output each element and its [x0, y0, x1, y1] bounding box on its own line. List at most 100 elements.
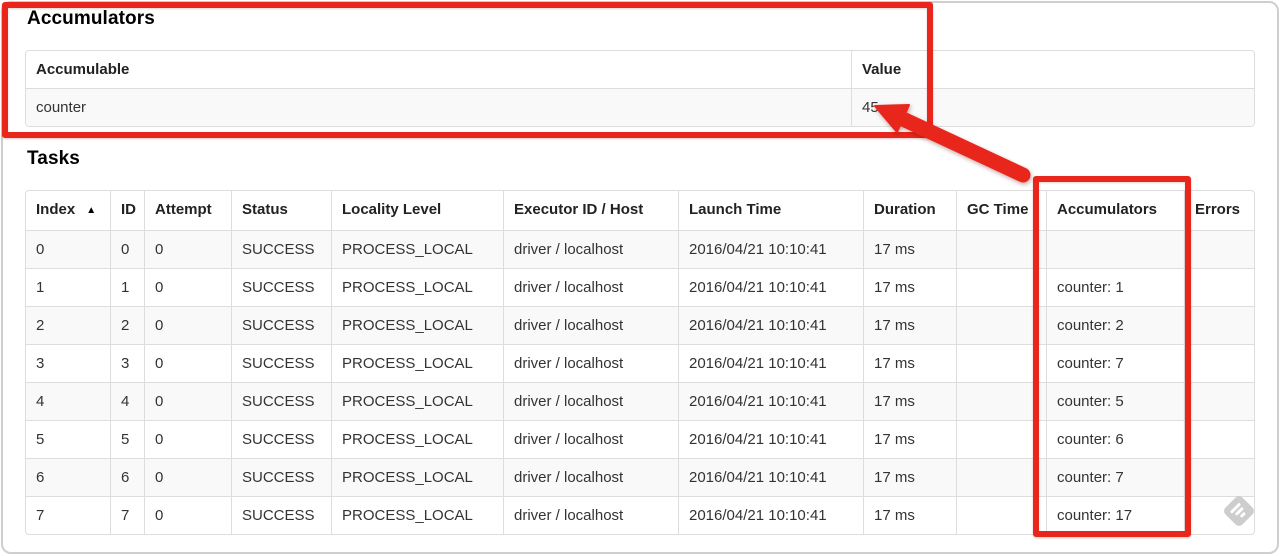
task-row: 5 5 0 SUCCESS PROCESS_LOCAL driver / localhos… — [26, 420, 1254, 458]
task-cell-attempt: 0 — [144, 496, 231, 534]
task-cell-attempt: 0 — [144, 458, 231, 496]
column-header-accumulable[interactable]: Accumulable — [26, 51, 851, 88]
accumulable-name-cell: counter — [26, 88, 851, 126]
task-cell-duration: 17 ms — [863, 306, 956, 344]
column-header-accumulators[interactable]: Accumulators — [1046, 191, 1184, 230]
task-cell-executor-id-host: driver / localhost — [503, 458, 678, 496]
task-cell-index: 5 — [26, 420, 110, 458]
task-cell-index: 2 — [26, 306, 110, 344]
task-cell-attempt: 0 — [144, 230, 231, 268]
task-cell-errors — [1184, 268, 1254, 306]
task-cell-duration: 17 ms — [863, 458, 956, 496]
task-cell-index: 6 — [26, 458, 110, 496]
accumulators-table-header-row: Accumulable Value — [26, 51, 1254, 88]
tasks-table: Index ▲ ID Attempt Status Locality Level … — [25, 190, 1255, 535]
tasks-table-body: 0 0 0 SUCCESS PROCESS_LOCAL driver / localhos… — [26, 230, 1254, 534]
task-cell-index: 0 — [26, 230, 110, 268]
task-cell-accumulators: counter: 17 — [1046, 496, 1184, 534]
task-row: 3 3 0 SUCCESS PROCESS_LOCAL driver / localhos… — [26, 344, 1254, 382]
task-cell-status: SUCCESS — [231, 344, 331, 382]
column-header-gc-time[interactable]: GC Time — [956, 191, 1046, 230]
task-cell-status: SUCCESS — [231, 496, 331, 534]
task-cell-errors — [1184, 458, 1254, 496]
task-cell-launch-time: 2016/04/21 10:10:41 — [678, 344, 863, 382]
accumulators-section-title: Accumulators — [27, 8, 155, 29]
task-cell-locality-level: PROCESS_LOCAL — [331, 382, 503, 420]
task-cell-locality-level: PROCESS_LOCAL — [331, 306, 503, 344]
task-cell-status: SUCCESS — [231, 306, 331, 344]
task-cell-errors — [1184, 382, 1254, 420]
task-cell-duration: 17 ms — [863, 382, 956, 420]
task-cell-id: 3 — [110, 344, 144, 382]
task-cell-launch-time: 2016/04/21 10:10:41 — [678, 230, 863, 268]
column-header-launch-time[interactable]: Launch Time — [678, 191, 863, 230]
task-cell-executor-id-host: driver / localhost — [503, 306, 678, 344]
task-cell-launch-time: 2016/04/21 10:10:41 — [678, 306, 863, 344]
task-cell-accumulators: counter: 2 — [1046, 306, 1184, 344]
task-row: 2 2 0 SUCCESS PROCESS_LOCAL driver / localhos… — [26, 306, 1254, 344]
task-cell-locality-level: PROCESS_LOCAL — [331, 496, 503, 534]
column-header-errors[interactable]: Errors — [1184, 191, 1254, 230]
task-cell-launch-time: 2016/04/21 10:10:41 — [678, 496, 863, 534]
task-cell-errors — [1184, 230, 1254, 268]
task-cell-errors — [1184, 344, 1254, 382]
task-cell-accumulators: counter: 6 — [1046, 420, 1184, 458]
tasks-table-header-row: Index ▲ ID Attempt Status Locality Level … — [26, 191, 1254, 230]
task-cell-index: 3 — [26, 344, 110, 382]
task-cell-gc-time — [956, 420, 1046, 458]
task-cell-accumulators — [1046, 230, 1184, 268]
task-cell-executor-id-host: driver / localhost — [503, 382, 678, 420]
task-cell-status: SUCCESS — [231, 420, 331, 458]
column-header-index[interactable]: Index ▲ — [26, 191, 110, 230]
task-cell-duration: 17 ms — [863, 496, 956, 534]
task-cell-gc-time — [956, 458, 1046, 496]
column-header-id[interactable]: ID — [110, 191, 144, 230]
task-row: 0 0 0 SUCCESS PROCESS_LOCAL driver / localhos… — [26, 230, 1254, 268]
task-cell-locality-level: PROCESS_LOCAL — [331, 420, 503, 458]
task-cell-index: 4 — [26, 382, 110, 420]
task-cell-id: 6 — [110, 458, 144, 496]
task-cell-duration: 17 ms — [863, 230, 956, 268]
task-cell-errors — [1184, 306, 1254, 344]
task-cell-locality-level: PROCESS_LOCAL — [331, 344, 503, 382]
column-header-executor-id-host[interactable]: Executor ID / Host — [503, 191, 678, 230]
task-cell-executor-id-host: driver / localhost — [503, 230, 678, 268]
tasks-section-title: Tasks — [27, 148, 80, 169]
column-header-locality-level[interactable]: Locality Level — [331, 191, 503, 230]
task-cell-executor-id-host: driver / localhost — [503, 344, 678, 382]
column-header-attempt[interactable]: Attempt — [144, 191, 231, 230]
task-cell-index: 1 — [26, 268, 110, 306]
task-row: 4 4 0 SUCCESS PROCESS_LOCAL driver / localhos… — [26, 382, 1254, 420]
task-cell-status: SUCCESS — [231, 230, 331, 268]
task-cell-status: SUCCESS — [231, 268, 331, 306]
task-cell-gc-time — [956, 268, 1046, 306]
task-row: 7 7 0 SUCCESS PROCESS_LOCAL driver / localhos… — [26, 496, 1254, 534]
task-cell-executor-id-host: driver / localhost — [503, 268, 678, 306]
task-cell-executor-id-host: driver / localhost — [503, 420, 678, 458]
task-cell-attempt: 0 — [144, 382, 231, 420]
accumulators-table: Accumulable Value counter 45 — [25, 50, 1255, 127]
task-cell-duration: 17 ms — [863, 420, 956, 458]
task-cell-status: SUCCESS — [231, 382, 331, 420]
task-cell-id: 4 — [110, 382, 144, 420]
sort-ascending-icon: ▲ — [86, 205, 97, 216]
task-row: 6 6 0 SUCCESS PROCESS_LOCAL driver / localhos… — [26, 458, 1254, 496]
task-cell-launch-time: 2016/04/21 10:10:41 — [678, 420, 863, 458]
column-header-duration[interactable]: Duration — [863, 191, 956, 230]
task-cell-id: 2 — [110, 306, 144, 344]
task-cell-gc-time — [956, 306, 1046, 344]
task-cell-locality-level: PROCESS_LOCAL — [331, 458, 503, 496]
task-cell-gc-time — [956, 344, 1046, 382]
column-header-status[interactable]: Status — [231, 191, 331, 230]
column-header-value[interactable]: Value — [851, 51, 1254, 88]
task-cell-id: 7 — [110, 496, 144, 534]
task-cell-accumulators: counter: 7 — [1046, 344, 1184, 382]
task-cell-attempt: 0 — [144, 268, 231, 306]
task-cell-status: SUCCESS — [231, 458, 331, 496]
task-cell-errors — [1184, 420, 1254, 458]
task-cell-locality-level: PROCESS_LOCAL — [331, 230, 503, 268]
task-cell-gc-time — [956, 230, 1046, 268]
task-cell-accumulators: counter: 7 — [1046, 458, 1184, 496]
task-cell-locality-level: PROCESS_LOCAL — [331, 268, 503, 306]
task-cell-attempt: 0 — [144, 420, 231, 458]
